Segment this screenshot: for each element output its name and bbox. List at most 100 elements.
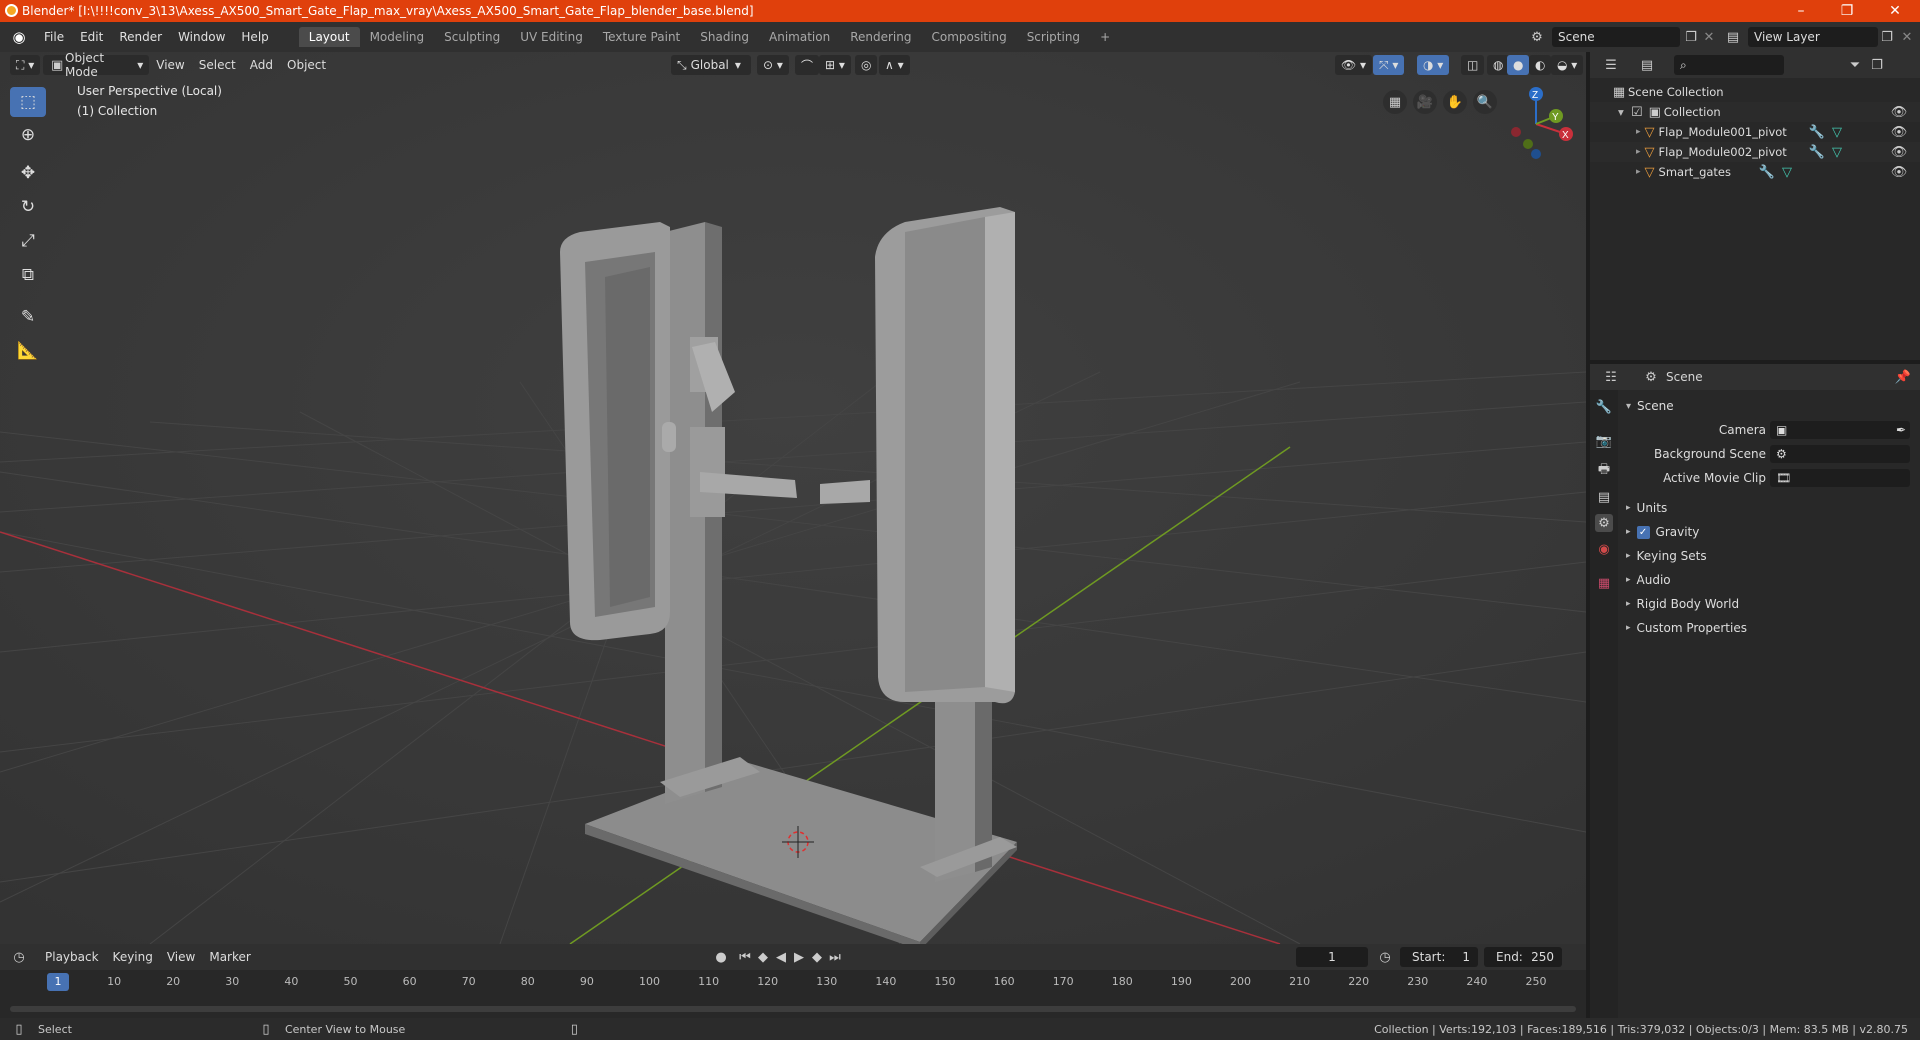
jump-end-icon[interactable]: ⏭	[826, 948, 844, 966]
tab-sculpting[interactable]: Sculpting	[434, 27, 510, 47]
minimize-button[interactable]: –	[1778, 0, 1824, 22]
custom-properties-panel[interactable]: ▸ Custom Properties	[1620, 616, 1916, 640]
tab-animation[interactable]: Animation	[759, 27, 840, 47]
tab-rendering[interactable]: Rendering	[840, 27, 921, 47]
clock-icon[interactable]: ◷	[1376, 948, 1394, 966]
scale-tool-icon[interactable]: ⤢	[10, 226, 46, 256]
world-icon[interactable]: ◉	[1595, 540, 1613, 558]
display-mode-icon[interactable]: ▤	[1638, 56, 1656, 74]
add-workspace-button[interactable]: +	[1090, 27, 1120, 47]
outliner-row-object[interactable]: ▸ ▽ Flap_Module001_pivot 🔧 ▽ 👁	[1590, 122, 1920, 142]
timeline-scrollbar[interactable]	[10, 1006, 1576, 1012]
view-layer-selector[interactable]: View Layer	[1748, 27, 1878, 47]
annotate-tool-icon[interactable]: ✎	[10, 302, 46, 332]
tab-texture-paint[interactable]: Texture Paint	[593, 27, 690, 47]
jump-start-icon[interactable]: ⏮	[736, 948, 754, 966]
outliner-row-object[interactable]: ▸ ▽ Flap_Module002_pivot 🔧 ▽ 👁	[1590, 142, 1920, 162]
outliner-editor-icon[interactable]: ☰	[1602, 56, 1620, 74]
playhead[interactable]: 1	[47, 973, 69, 991]
outliner-search-input[interactable]: ⌕	[1674, 55, 1784, 75]
play-icon[interactable]: ▶	[790, 948, 808, 966]
end-frame-field[interactable]: End: 250	[1484, 947, 1562, 967]
visibility-eye-icon[interactable]: 👁	[1890, 163, 1908, 181]
outliner-row-scene-collection[interactable]: ▦ Scene Collection	[1590, 82, 1920, 102]
menu-select[interactable]: Select	[192, 58, 243, 72]
mesh-data-icon[interactable]: ▽	[1778, 163, 1796, 181]
visibility-eye-icon[interactable]: 👁	[1890, 123, 1908, 141]
visibility-eye-icon[interactable]: 👁	[1890, 143, 1908, 161]
tab-uv-editing[interactable]: UV Editing	[510, 27, 593, 47]
cursor-tool-icon[interactable]: ⊕	[10, 120, 46, 150]
maximize-button[interactable]: ❐	[1824, 0, 1870, 22]
start-frame-field[interactable]: Start: 1	[1400, 947, 1478, 967]
modifier-wrench-icon[interactable]: 🔧	[1808, 143, 1826, 161]
menu-object[interactable]: Object	[280, 58, 333, 72]
menu-help[interactable]: Help	[233, 30, 276, 44]
checkbox-icon[interactable]: ☑	[1628, 103, 1646, 121]
tab-modeling[interactable]: Modeling	[360, 27, 435, 47]
view-layer-icon[interactable]: ▤	[1595, 488, 1613, 506]
measure-tool-icon[interactable]: 📐	[10, 336, 46, 366]
snap-toggle-icon[interactable]: ⌒	[795, 55, 820, 75]
overlay-toggle-icon[interactable]: ◑ ▾	[1417, 55, 1450, 75]
select-box-tool-icon[interactable]: ⬚	[10, 87, 46, 117]
mode-selector[interactable]: ▣ Object Mode ▾	[43, 52, 150, 79]
menu-view[interactable]: View	[149, 58, 191, 72]
menu-view[interactable]: View	[160, 950, 202, 964]
output-icon[interactable]: 🖶	[1595, 462, 1613, 480]
next-keyframe-icon[interactable]: ◆	[808, 948, 826, 966]
tool-settings-icon[interactable]: 🔧	[1595, 398, 1613, 416]
menu-playback[interactable]: Playback	[38, 950, 106, 964]
gravity-checkbox[interactable]: ✓	[1636, 525, 1650, 539]
scene-browse-icon[interactable]: ⚙	[1528, 28, 1546, 46]
audio-panel[interactable]: ▸ Audio	[1620, 568, 1916, 592]
rotate-tool-icon[interactable]: ↻	[10, 192, 46, 222]
filter-icon[interactable]: ⏷	[1846, 56, 1864, 74]
pan-view-icon[interactable]: ✋	[1443, 90, 1467, 114]
move-tool-icon[interactable]: ✥	[10, 158, 46, 188]
record-icon[interactable]: ●	[712, 948, 730, 966]
modifier-wrench-icon[interactable]: 🔧	[1808, 123, 1826, 141]
proportional-edit-icon[interactable]: ◎	[855, 55, 878, 75]
tab-layout[interactable]: Layout	[298, 27, 360, 47]
tab-compositing[interactable]: Compositing	[921, 27, 1016, 47]
gizmo-toggle-icon[interactable]: ⤧ ▾	[1373, 55, 1405, 75]
units-panel[interactable]: ▸ Units	[1620, 496, 1916, 520]
close-button[interactable]: ✕	[1872, 0, 1918, 22]
view-layer-browse-icon[interactable]: ▤	[1724, 28, 1742, 46]
menu-file[interactable]: File	[36, 30, 72, 44]
orientation-selector[interactable]: ⤡ Global ▾	[671, 55, 751, 75]
timeline-editor-icon[interactable]: ◷	[10, 948, 28, 966]
transform-tool-icon[interactable]: ⧉	[10, 260, 46, 290]
snap-settings-button[interactable]: ⊞ ▾	[819, 55, 851, 75]
remove-view-layer-icon[interactable]: ✕	[1898, 28, 1916, 46]
pin-icon[interactable]: 📌	[1894, 368, 1912, 386]
camera-field[interactable]: ▣ ✒	[1770, 421, 1910, 439]
scene-section-header[interactable]: ▾ Scene	[1620, 394, 1916, 418]
menu-keying[interactable]: Keying	[106, 950, 160, 964]
scene-selector[interactable]: Scene	[1552, 27, 1680, 47]
menu-render[interactable]: Render	[111, 30, 170, 44]
new-collection-icon[interactable]: ❐	[1868, 56, 1886, 74]
keying-sets-panel[interactable]: ▸ Keying Sets	[1620, 544, 1916, 568]
modifier-wrench-icon[interactable]: 🔧	[1758, 163, 1776, 181]
editor-type-button[interactable]: ⛶ ▾	[10, 55, 41, 75]
visibility-button[interactable]: 👁 ▾	[1335, 55, 1373, 75]
menu-window[interactable]: Window	[170, 30, 233, 44]
rigid-body-world-panel[interactable]: ▸ Rigid Body World	[1620, 592, 1916, 616]
gravity-panel[interactable]: ▸ ✓ Gravity	[1620, 520, 1916, 544]
mesh-data-icon[interactable]: ▽	[1828, 143, 1846, 161]
tab-scripting[interactable]: Scripting	[1017, 27, 1090, 47]
proportional-falloff-button[interactable]: ∧ ▾	[879, 55, 910, 75]
xray-toggle-icon[interactable]: ◫	[1461, 55, 1485, 75]
material-shading-icon[interactable]: ◐	[1529, 55, 1552, 75]
new-view-layer-icon[interactable]: ❐	[1878, 28, 1896, 46]
remove-scene-icon[interactable]: ✕	[1700, 28, 1718, 46]
new-scene-icon[interactable]: ❐	[1682, 28, 1700, 46]
current-frame-field[interactable]: 1	[1296, 947, 1368, 967]
navigation-gizmo[interactable]: Z X Y	[1500, 82, 1580, 162]
pivot-point-button[interactable]: ⊙ ▾	[757, 55, 789, 75]
play-reverse-icon[interactable]: ◀	[772, 948, 790, 966]
rendered-shading-icon[interactable]: ◒ ▾	[1551, 55, 1584, 75]
tab-shading[interactable]: Shading	[690, 27, 759, 47]
